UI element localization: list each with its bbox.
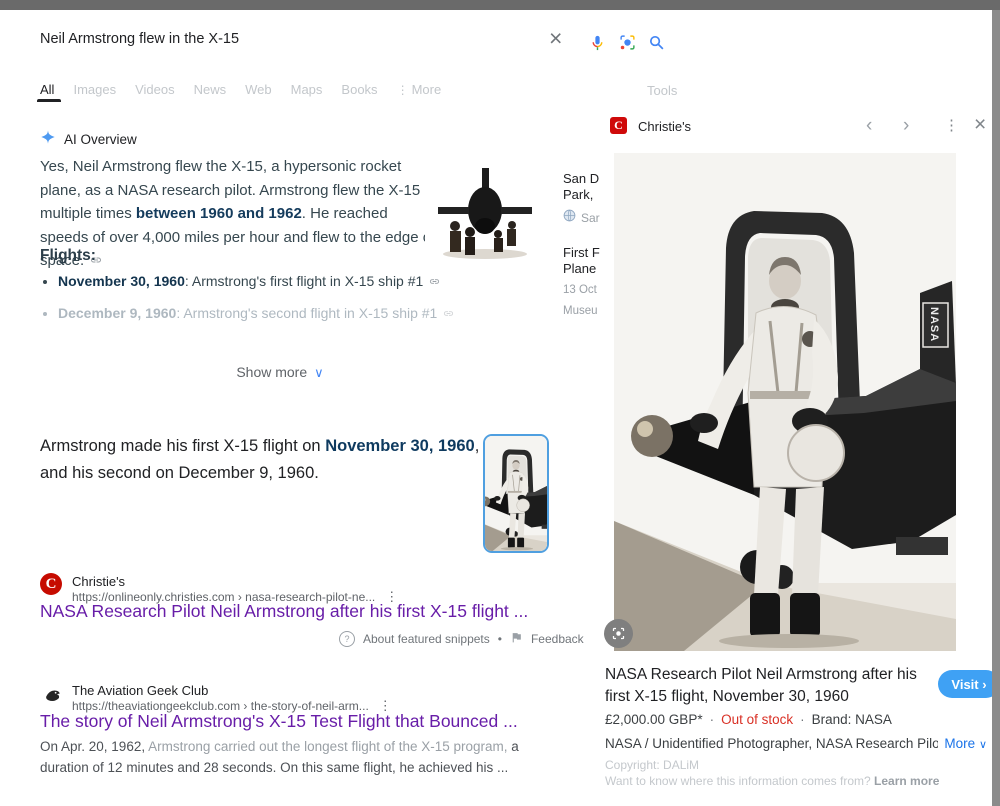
- panel-attribution-row: NASA / Unidentified Photographer, NASA R…: [605, 736, 987, 751]
- flights-list: November 30, 1960: Armstrong's first fli…: [40, 270, 454, 334]
- copyright-text: Copyright: DALiM: [605, 758, 700, 772]
- sparkle-icon: [40, 129, 56, 150]
- stock-status: Out of stock: [721, 712, 794, 727]
- ai-overview-header: AI Overview: [40, 129, 137, 150]
- brand: Brand: NASA: [811, 712, 892, 727]
- highlighted-term: between 1960 and 1962: [135, 205, 302, 222]
- ai-overview-thumbnail[interactable]: [425, 161, 545, 263]
- more-link[interactable]: More ∨: [944, 736, 987, 751]
- next-image-icon[interactable]: ›: [903, 116, 909, 135]
- page-scrollbar[interactable]: [992, 0, 1000, 806]
- tab-all[interactable]: All: [40, 82, 54, 97]
- clear-search-icon[interactable]: ×: [549, 27, 562, 50]
- google-lens-icon[interactable]: [619, 34, 636, 56]
- flag-icon: [510, 631, 523, 647]
- learn-more-link[interactable]: Learn more: [874, 774, 939, 788]
- tab-web[interactable]: Web: [245, 82, 272, 97]
- citation-link-icon[interactable]: [443, 303, 454, 325]
- site-favicon-globe-icon: [563, 209, 576, 226]
- highlighted-date: November 30, 1960: [325, 437, 475, 455]
- result-title-link[interactable]: The story of Neil Armstrong's X-15 Test …: [40, 711, 518, 732]
- google-search-page: Neil Armstrong flew in the X-15 × All Im…: [0, 0, 1000, 806]
- tab-more[interactable]: ⋮ More: [397, 82, 442, 97]
- attribution-text: NASA / Unidentified Photographer, NASA R…: [605, 736, 939, 751]
- christies-favicon: C: [40, 573, 62, 595]
- show-more-button[interactable]: Show more ∨: [20, 364, 540, 381]
- tab-news[interactable]: News: [194, 82, 227, 97]
- product-photo[interactable]: [612, 151, 958, 653]
- flights-heading: Flights:: [40, 247, 96, 264]
- panel-price-row: £2,000.00 GBP* · Out of stock · Brand: N…: [605, 712, 892, 727]
- result-type-tabs: All Images Videos News Web Maps Books ⋮ …: [40, 82, 441, 97]
- browser-top-bar: [0, 0, 1000, 10]
- featured-snippet-thumbnail[interactable]: [483, 434, 549, 553]
- ai-overview-label: AI Overview: [64, 132, 137, 147]
- previous-image-icon[interactable]: ‹: [866, 116, 872, 135]
- help-icon[interactable]: ?: [339, 631, 355, 647]
- result-title-link[interactable]: NASA Research Pilot Neil Armstrong after…: [40, 601, 528, 622]
- featured-snippet-footer: ? About featured snippets • Feedback: [339, 631, 584, 647]
- result-site-name[interactable]: Christie's: [72, 574, 125, 589]
- microphone-icon[interactable]: [589, 32, 606, 59]
- result-snippet: On Apr. 20, 1962, Armstrong carried out …: [40, 739, 519, 775]
- aviation-geek-club-favicon: [44, 686, 62, 709]
- citation-link-icon[interactable]: [429, 271, 440, 293]
- christies-logo: C: [610, 117, 627, 134]
- tools-button[interactable]: Tools: [647, 83, 677, 98]
- flight-list-item[interactable]: November 30, 1960: Armstrong's first fli…: [58, 270, 454, 293]
- featured-snippet-text: Armstrong made his first X-15 flight on …: [40, 437, 480, 482]
- visit-button[interactable]: Visit ›: [938, 670, 1000, 698]
- tab-maps[interactable]: Maps: [291, 82, 323, 97]
- info-source-text: Want to know where this information come…: [605, 774, 940, 788]
- ai-citation-card[interactable]: San D Park, Sar: [563, 171, 600, 226]
- price: £2,000.00 GBP*: [605, 712, 703, 727]
- result-site-name[interactable]: The Aviation Geek Club: [72, 683, 208, 698]
- image-detail-panel: C Christie's ‹ › ⋮ × NASA Research Pilot…: [600, 105, 1000, 806]
- search-icon[interactable]: [648, 34, 665, 56]
- more-vertical-icon: ⋮: [396, 82, 409, 97]
- flight-list-item[interactable]: December 9, 1960: Armstrong's second fli…: [58, 302, 454, 325]
- search-input[interactable]: Neil Armstrong flew in the X-15: [40, 31, 239, 47]
- feedback-link[interactable]: Feedback: [531, 632, 584, 646]
- chevron-down-icon: ∨: [978, 739, 987, 751]
- tab-images[interactable]: Images: [73, 82, 116, 97]
- tab-videos[interactable]: Videos: [135, 82, 175, 97]
- panel-close-icon[interactable]: ×: [974, 114, 986, 135]
- chevron-down-icon: ∨: [314, 365, 324, 380]
- panel-options-icon[interactable]: ⋮: [944, 118, 959, 133]
- tab-books[interactable]: Books: [341, 82, 377, 97]
- panel-item-title[interactable]: NASA Research Pilot Neil Armstrong after…: [605, 664, 935, 707]
- image-search-lens-button[interactable]: [604, 619, 633, 648]
- active-tab-underline: [37, 99, 61, 102]
- panel-source-name[interactable]: Christie's: [638, 119, 691, 134]
- ai-overview-answer: Yes, Neil Armstrong flew the X-15, a hyp…: [40, 155, 440, 274]
- ai-citation-card[interactable]: First F Plane 13 Oct Museu: [563, 245, 600, 319]
- about-featured-snippets-link[interactable]: About featured snippets: [363, 632, 490, 646]
